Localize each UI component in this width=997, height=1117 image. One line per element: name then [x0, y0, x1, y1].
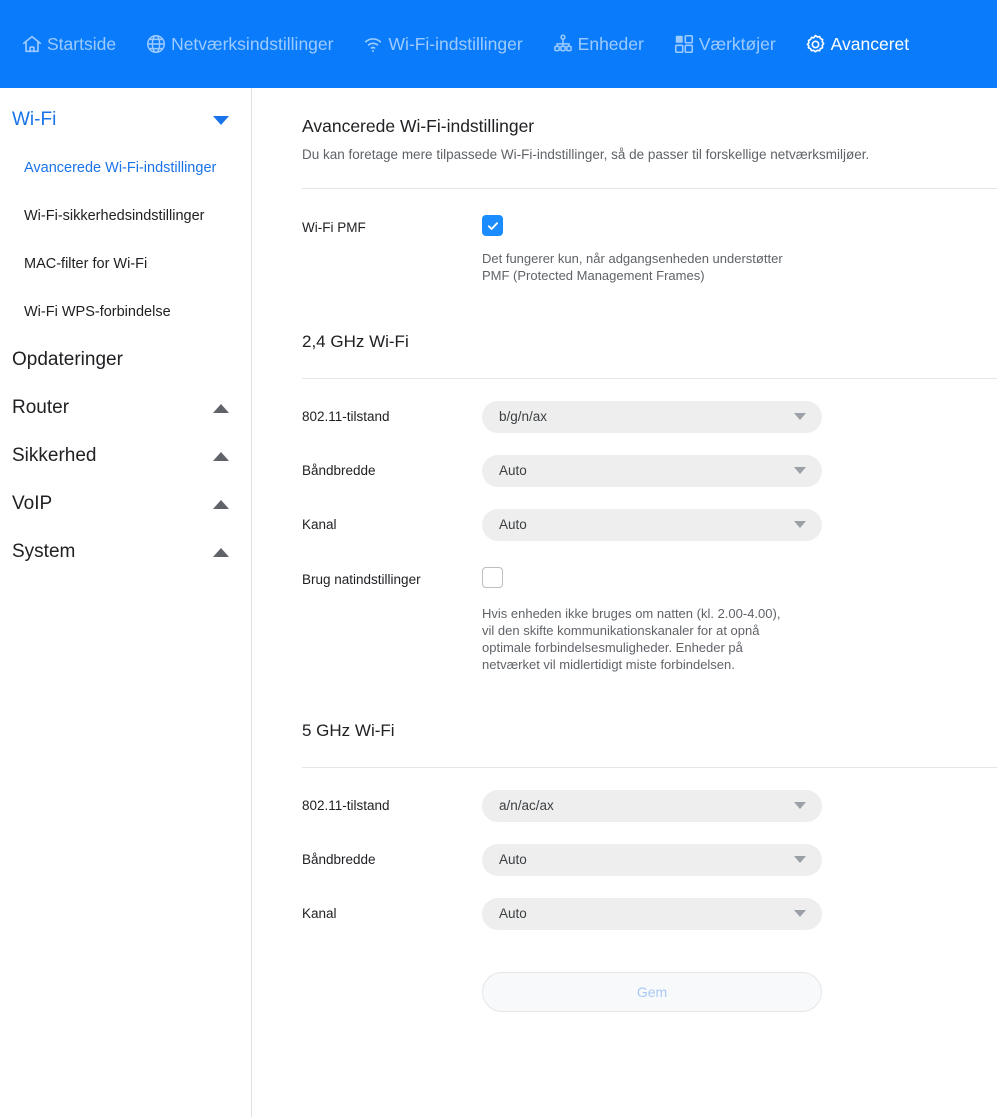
devices-tree-icon: [551, 32, 575, 56]
setting-row-night-settings: Brug natindstillinger Hvis enheden ikke …: [302, 566, 997, 673]
chevron-down-icon: [794, 521, 806, 528]
nav-item-enheder[interactable]: Enheder: [537, 0, 658, 88]
home-icon: [20, 32, 44, 56]
select-5ghz-channel[interactable]: Auto: [482, 897, 822, 930]
sidebar-group-label-sikkerhed: Sikkerhed: [12, 445, 97, 466]
sidebar-group-label-voip: VoIP: [12, 493, 53, 514]
chevron-down-icon: [794, 910, 806, 917]
chevron-up-icon[interactable]: [213, 403, 229, 413]
page-subtitle: Du kan foretage mere tilpassede Wi-Fi-in…: [302, 147, 870, 162]
checkbox-night-settings[interactable]: [482, 566, 503, 588]
setting-label-24ghz-bandwidth: Båndbredde: [302, 463, 376, 478]
select-24ghz-bandwidth[interactable]: Auto: [482, 454, 822, 487]
nav-item-wifi-indstillinger[interactable]: Wi-Fi-indstillinger: [347, 0, 536, 88]
setting-row-24ghz-bandwidth: Båndbredde Auto: [302, 454, 997, 487]
page-title: Avancerede Wi-Fi-indstillinger: [302, 116, 535, 136]
sidebar-item-label: MAC-filter for Wi-Fi: [24, 256, 148, 272]
nav-label-enheder: Enheder: [577, 33, 644, 54]
grid-tools-icon: [672, 32, 696, 56]
section-heading-5ghz: 5 GHz Wi-Fi: [302, 720, 395, 740]
select-value: Auto: [499, 517, 527, 532]
sidebar-group-system[interactable]: System: [0, 528, 251, 576]
save-button-container: Gem: [302, 971, 997, 1012]
divider: [302, 766, 997, 768]
chevron-down-icon: [794, 856, 806, 863]
sidebar-item-avancerede-wifi-indstillinger[interactable]: Avancerede Wi-Fi-indstillinger: [0, 144, 251, 192]
select-value: b/g/n/ax: [499, 409, 548, 424]
chevron-up-icon[interactable]: [213, 547, 229, 557]
main-content: Avancerede Wi-Fi-indstillinger Du kan fo…: [252, 88, 997, 1117]
nav-item-vaerktojer[interactable]: Værktøjer: [658, 0, 790, 88]
save-button[interactable]: Gem: [482, 971, 822, 1012]
section-heading-24ghz: 2,4 GHz Wi-Fi: [302, 331, 409, 351]
divider: [302, 377, 997, 379]
chevron-up-icon[interactable]: [213, 499, 229, 509]
setting-row-24ghz-mode: 802.11-tilstand b/g/n/ax: [302, 400, 997, 433]
setting-label-wifi-pmf: Wi-Fi PMF: [302, 220, 366, 235]
setting-hint-night-settings: Hvis enheden ikke bruges om natten (kl. …: [482, 605, 781, 672]
globe-icon: [144, 32, 168, 56]
setting-label-24ghz-channel: Kanal: [302, 517, 337, 532]
select-24ghz-mode[interactable]: b/g/n/ax: [482, 400, 822, 433]
nav-label-vaerktojer: Værktøjer: [698, 33, 776, 54]
setting-row-5ghz-bandwidth: Båndbredde Auto: [302, 843, 997, 876]
top-navigation-bar: Startside Netværksindstillinger Wi-Fi-in…: [0, 0, 997, 88]
nav-label-netvaerksindstillinger: Netværksindstillinger: [171, 33, 334, 54]
sidebar-group-router[interactable]: Router: [0, 384, 251, 432]
nav-label-startside: Startside: [47, 33, 117, 54]
sidebar-group-label-wifi: Wi-Fi: [12, 109, 57, 130]
sidebar-item-label: Wi-Fi-sikkerhedsindstillinger: [24, 208, 205, 224]
select-24ghz-channel[interactable]: Auto: [482, 508, 822, 541]
nav-item-startside[interactable]: Startside: [6, 0, 130, 88]
sidebar-item-label: Wi-Fi WPS-forbindelse: [24, 304, 171, 320]
setting-label-24ghz-mode: 802.11-tilstand: [302, 409, 390, 424]
sidebar-group-label-system: System: [12, 541, 76, 562]
select-value: Auto: [499, 906, 527, 921]
sidebar-group-voip[interactable]: VoIP: [0, 480, 251, 528]
sidebar: Wi-Fi Avancerede Wi-Fi-indstillinger Wi-…: [0, 88, 252, 1117]
sidebar-item-wifi-wps-forbindelse[interactable]: Wi-Fi WPS-forbindelse: [0, 288, 251, 336]
gear-icon: [804, 32, 828, 56]
setting-label-5ghz-channel: Kanal: [302, 906, 337, 921]
chevron-down-icon: [794, 467, 806, 474]
sidebar-group-label-router: Router: [12, 397, 70, 418]
sidebar-item-wifi-sikkerhedsindstillinger[interactable]: Wi-Fi-sikkerhedsindstillinger: [0, 192, 251, 240]
sidebar-group-label-opdateringer: Opdateringer: [12, 349, 123, 370]
nav-item-avanceret[interactable]: Avanceret: [790, 0, 923, 88]
setting-label-night-settings: Brug natindstillinger: [302, 571, 421, 587]
checkbox-wifi-pmf[interactable]: [482, 215, 503, 236]
chevron-up-icon[interactable]: [213, 451, 229, 461]
nav-item-netvaerksindstillinger[interactable]: Netværksindstillinger: [130, 0, 347, 88]
select-5ghz-mode[interactable]: a/n/ac/ax: [482, 789, 822, 822]
select-value: Auto: [499, 852, 527, 867]
nav-label-wifi-indstillinger: Wi-Fi-indstillinger: [388, 33, 523, 54]
setting-label-5ghz-bandwidth: Båndbredde: [302, 852, 376, 867]
sidebar-item-label: Avancerede Wi-Fi-indstillinger: [24, 160, 217, 176]
chevron-down-icon: [794, 413, 806, 420]
sidebar-group-wifi[interactable]: Wi-Fi: [0, 96, 251, 144]
sidebar-group-sikkerhed[interactable]: Sikkerhed: [0, 432, 251, 480]
setting-row-24ghz-channel: Kanal Auto: [302, 508, 997, 541]
setting-row-wifi-pmf: Wi-Fi PMF Det fungerer kun, når adgangse…: [302, 215, 997, 284]
setting-row-5ghz-channel: Kanal Auto: [302, 897, 997, 930]
sidebar-item-mac-filter-for-wifi[interactable]: MAC-filter for Wi-Fi: [0, 240, 251, 288]
wifi-icon: [361, 32, 385, 56]
chevron-down-icon: [794, 802, 806, 809]
setting-row-5ghz-mode: 802.11-tilstand a/n/ac/ax: [302, 789, 997, 822]
select-5ghz-bandwidth[interactable]: Auto: [482, 843, 822, 876]
nav-label-avanceret: Avanceret: [830, 33, 910, 54]
divider: [302, 188, 997, 189]
setting-hint-wifi-pmf: Det fungerer kun, når adgangsenheden und…: [482, 250, 783, 283]
sidebar-group-opdateringer[interactable]: Opdateringer: [0, 336, 251, 384]
chevron-down-icon[interactable]: [213, 115, 229, 125]
setting-label-5ghz-mode: 802.11-tilstand: [302, 798, 390, 813]
select-value: a/n/ac/ax: [499, 798, 554, 813]
select-value: Auto: [499, 463, 527, 478]
